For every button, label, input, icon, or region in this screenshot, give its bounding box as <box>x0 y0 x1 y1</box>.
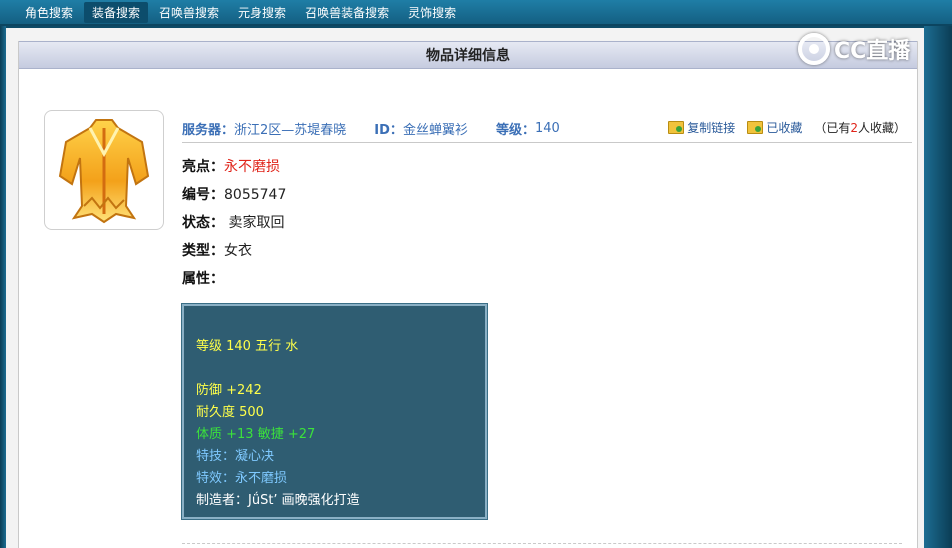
tab-equipment-search[interactable]: 装备搜索 <box>84 1 149 23</box>
folder-share-icon <box>668 121 685 134</box>
number-label: 编号： <box>182 187 224 203</box>
attr-maker: 制造者：JǘSt’ 画晚强化打造 <box>196 493 360 508</box>
favorite-count: （已有2人收藏） <box>814 119 906 136</box>
copy-link-label: 复制链接 <box>687 121 736 135</box>
attribute-field: 属性： <box>182 268 224 288</box>
item-actions: 复制链接 已收藏 （已有2人收藏） <box>656 119 906 136</box>
attr-defense: 防御 +242 <box>196 383 262 398</box>
tab-pet-equipment-search[interactable]: 召唤兽装备搜索 <box>297 2 397 23</box>
tab-ornament-search[interactable]: 灵饰搜索 <box>400 2 464 23</box>
attr-stats: 体质 +13 敏捷 +27 <box>196 427 316 442</box>
type-field: 类型：女衣 <box>182 240 252 260</box>
highlight-field: 亮点：永不磨损 <box>182 156 280 176</box>
level-value: 140 <box>534 121 560 136</box>
server-value: 浙江2区—苏堤春晓 <box>234 123 347 138</box>
folder-add-icon <box>747 121 764 134</box>
robe-icon <box>58 119 150 224</box>
highlight-value: 永不磨损 <box>224 159 280 175</box>
tab-role-search[interactable]: 角色搜索 <box>17 2 81 23</box>
fav-count-number: 2 <box>850 121 858 135</box>
panel-title: 物品详细信息 <box>19 41 917 69</box>
divider <box>182 543 902 544</box>
id-value: 金丝蝉翼衫 <box>402 123 468 138</box>
attr-level-element: 等级 140 五行 水 <box>196 339 299 354</box>
copy-link-button[interactable]: 复制链接 <box>668 119 735 136</box>
top-nav: 角色搜索 装备搜索 召唤兽搜索 元身搜索 召唤兽装备搜索 灵饰搜索 <box>0 0 952 26</box>
item-detail-panel: 物品详细信息 服务器： 浙江2区—苏堤春晓 ID： 金丝蝉翼衫 等级： 140 … <box>18 41 918 548</box>
tab-pet-search[interactable]: 召唤兽搜索 <box>151 2 227 23</box>
type-label: 类型： <box>182 243 224 259</box>
favorite-label: 已收藏 <box>766 121 803 135</box>
frame-right <box>924 26 952 548</box>
server-label: 服务器： <box>182 123 235 138</box>
status-value: 卖家取回 <box>228 215 285 231</box>
fav-suffix: 人收藏） <box>857 121 906 135</box>
logo-text: CC直播 <box>834 39 911 64</box>
number-value: 8055747 <box>224 187 287 203</box>
attr-special-effect: 特效：永不磨损 <box>196 471 288 486</box>
cc-live-logo: CC直播 <box>798 32 910 66</box>
type-value: 女衣 <box>224 243 252 259</box>
number-field: 编号：8055747 <box>182 184 286 204</box>
id-label: ID： <box>374 123 403 138</box>
cc-logo-icon <box>798 33 830 65</box>
attr-special-skill: 特技：凝心决 <box>196 449 275 464</box>
tab-body-search[interactable]: 元身搜索 <box>230 2 294 23</box>
item-image <box>44 110 164 230</box>
fav-prefix: （已有 <box>814 121 851 135</box>
favorite-button[interactable]: 已收藏 <box>747 119 802 136</box>
page-content: 物品详细信息 服务器： 浙江2区—苏堤春晓 ID： 金丝蝉翼衫 等级： 140 … <box>6 28 924 548</box>
level-label: 等级： <box>495 123 535 138</box>
highlight-label: 亮点： <box>182 159 224 175</box>
status-label: 状态： <box>182 215 224 231</box>
attr-durability: 耐久度 500 <box>196 405 264 420</box>
attr-spacer <box>196 358 473 380</box>
item-info-row: 服务器： 浙江2区—苏堤春晓 ID： 金丝蝉翼衫 等级： 140 复制链接 已收… <box>182 115 912 143</box>
status-field: 状态： 卖家取回 <box>182 212 284 232</box>
attribute-label: 属性： <box>182 271 224 287</box>
attribute-box: 等级 140 五行 水 防御 +242 耐久度 500 体质 +13 敏捷 +2… <box>181 303 488 520</box>
